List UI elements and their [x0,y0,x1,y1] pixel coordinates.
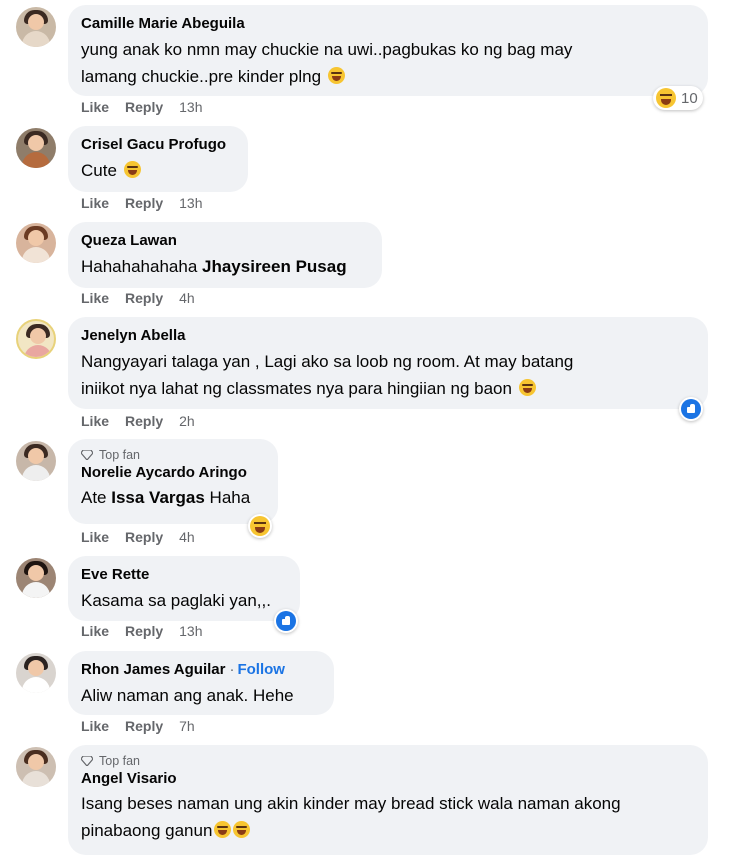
comment-timestamp[interactable]: 4h [179,529,195,545]
haha-reaction-icon [250,516,270,536]
top-fan-badge: Top fan [81,447,265,463]
commenter-name[interactable]: Angel Visario [81,769,695,788]
comment-bubble: Jenelyn Abella Nangyayari talaga yan , L… [68,317,708,409]
reply-button[interactable]: Reply [125,529,163,545]
follow-button[interactable]: Follow [237,661,285,678]
comment-text: Nangyayari talaga yan , Lagi ako sa loob… [81,352,574,398]
commenter-name-link[interactable]: Rhon James Aguilar [81,661,225,678]
comment-timestamp[interactable]: 2h [179,413,195,429]
commenter-name[interactable]: Crisel Gacu Profugo [81,135,235,154]
like-button[interactable]: Like [81,195,109,211]
like-button[interactable]: Like [81,623,109,639]
commenter-name[interactable]: Norelie Aycardo Aringo [81,463,265,482]
comment-actions: Like Reply 13h [81,623,203,639]
commenter-name[interactable]: Queza Lawan [81,231,369,250]
reply-button[interactable]: Reply [125,195,163,211]
comment-actions: Like Reply 4h [81,290,195,306]
avatar[interactable] [16,558,56,598]
avatar[interactable] [16,128,56,168]
avatar[interactable] [16,319,56,359]
comment-actions: Like Reply 4h [81,529,195,545]
avatar[interactable] [16,441,56,481]
comment-actions: Like Reply 7h [81,718,195,734]
comment-text: Isang beses naman ung akin kinder may br… [81,794,621,840]
like-button[interactable]: Like [81,529,109,545]
commenter-name[interactable]: Eve Rette [81,565,287,584]
reaction-summary[interactable]: 10 [653,86,703,110]
comment-timestamp[interactable]: 13h [179,99,202,115]
comment-text: Hahahahahaha Jhaysireen Pusag [81,257,347,276]
like-button[interactable]: Like [81,99,109,115]
rofl-emoji-icon [214,821,232,838]
commenter-name: Rhon James Aguilar · Follow [81,661,285,678]
reaction-summary[interactable] [274,609,298,633]
commenter-name[interactable]: Jenelyn Abella [81,326,695,345]
reply-button[interactable]: Reply [125,99,163,115]
reaction-summary[interactable] [248,514,272,538]
rofl-emoji-icon [327,67,345,84]
grin-sweat-emoji-icon [123,161,141,178]
comment-text: yung anak ko nmn may chuckie na uwi..pag… [81,40,573,86]
avatar[interactable] [16,7,56,47]
comment-timestamp[interactable]: 4h [179,290,195,306]
rofl-emoji-icon [233,821,251,838]
mention-link[interactable]: Jhaysireen Pusag [202,257,347,276]
comment-text: Ate Issa Vargas Haha [81,488,251,507]
avatar[interactable] [16,653,56,693]
top-fan-badge: Top fan [81,753,695,769]
diamond-icon [81,450,93,460]
comment-bubble: Rhon James Aguilar · Follow Aliw naman ang… [68,651,334,715]
commenter-name[interactable]: Camille Marie Abeguila [81,14,695,33]
reaction-summary[interactable] [679,397,703,421]
like-button[interactable]: Like [81,718,109,734]
avatar[interactable] [16,223,56,263]
mention-link[interactable]: Issa Vargas [111,488,205,507]
comment-bubble: Eve Rette Kasama sa paglaki yan,,. [68,556,300,621]
comment-bubble: Top fan Angel Visario Isang beses naman … [68,745,708,855]
comment-timestamp[interactable]: 13h [179,195,202,211]
reply-button[interactable]: Reply [125,413,163,429]
comments-section: Camille Marie Abeguila yung anak ko nmn … [0,0,750,858]
haha-reaction-icon [656,88,676,108]
reply-button[interactable]: Reply [125,290,163,306]
reaction-count: 10 [681,89,698,107]
reply-button[interactable]: Reply [125,718,163,734]
comment-bubble: Camille Marie Abeguila yung anak ko nmn … [68,5,708,96]
comment-timestamp[interactable]: 13h [179,623,202,639]
like-reaction-icon [681,399,701,419]
comment-timestamp[interactable]: 7h [179,718,195,734]
like-reaction-icon [276,611,296,631]
like-button[interactable]: Like [81,290,109,306]
comment-actions: Like Reply 2h [81,413,195,429]
reply-button[interactable]: Reply [125,623,163,639]
comment-text: Kasama sa paglaki yan,,. [81,591,271,610]
comment-bubble: Top fan Norelie Aycardo Aringo Ate Issa … [68,439,278,524]
avatar[interactable] [16,747,56,787]
comment-text: Aliw naman ang anak. Hehe [81,686,294,705]
comment-bubble: Crisel Gacu Profugo Cute [68,126,248,192]
diamond-icon [81,756,93,766]
comment-actions: Like Reply 13h [81,99,203,115]
comment-text: Cute [81,157,235,184]
like-button[interactable]: Like [81,413,109,429]
joy-emoji-icon [518,379,536,396]
comment-actions: Like Reply 13h [81,195,203,211]
comment-bubble: Queza Lawan Hahahahahaha Jhaysireen Pusa… [68,222,382,288]
